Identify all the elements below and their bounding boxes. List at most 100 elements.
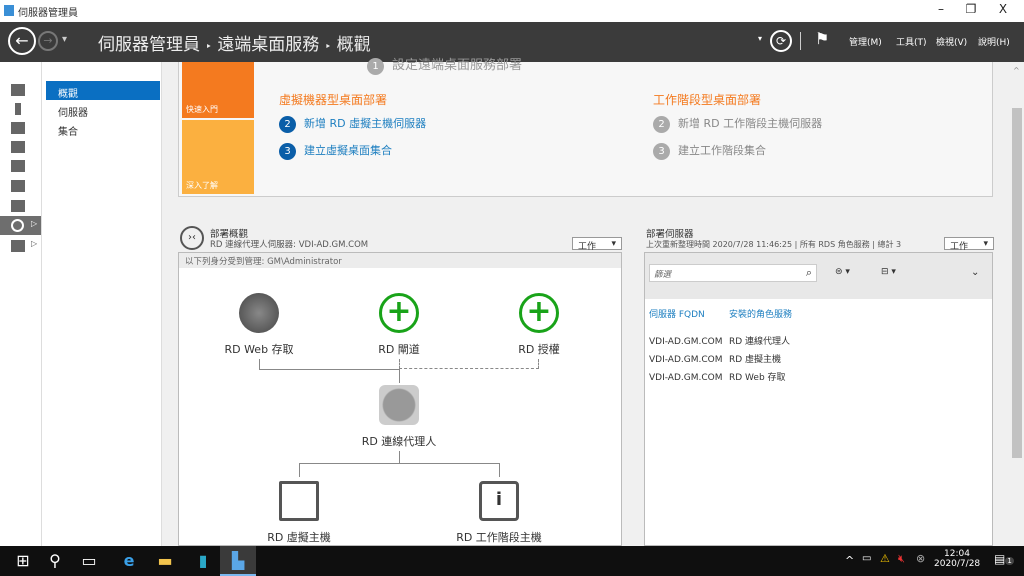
servers-tasks-dropdown[interactable]: 工作 ▾ — [944, 237, 994, 252]
connector — [259, 369, 399, 370]
deployment-servers-panel: 篩選 ⌕ ⊜ ▾ ⊟ ▾ ⌄ 伺服器 FQDN 安裝的角色服務 VDI-AD.G… — [644, 252, 993, 546]
nav-item-collections[interactable]: 集合 — [46, 119, 160, 138]
back-button[interactable]: ← — [8, 27, 36, 55]
vertical-scrollbar[interactable]: ^ — [1010, 62, 1024, 546]
session-deployment-title: 工作階段型桌面部署 — [653, 93, 762, 107]
all-servers-icon[interactable] — [11, 122, 25, 134]
volume-muted-icon[interactable]: 🔇︎ — [898, 552, 905, 566]
breadcrumb-item[interactable]: 遠端桌面服務 — [217, 35, 319, 55]
expand-icon[interactable]: ▷ — [31, 239, 37, 248]
network-warning-icon[interactable]: ⚠ — [880, 552, 890, 565]
connector — [399, 369, 400, 383]
vm-deployment-title: 虛擬機器型桌面部署 — [279, 93, 388, 107]
expand-icon[interactable]: ⌄ — [971, 267, 979, 278]
menu-help[interactable]: 說明(H) — [978, 35, 1010, 48]
step-create-session-collection[interactable]: 3 建立工作階段集合 — [653, 142, 766, 160]
window-title: 伺服器管理員 — [18, 8, 78, 19]
connector — [399, 359, 539, 369]
divider — [800, 32, 801, 50]
tray-error-icon[interactable]: ⊗ — [916, 552, 925, 565]
ad-icon[interactable] — [11, 180, 25, 192]
rds-icon — [11, 219, 24, 232]
column-roles[interactable]: 安裝的角色服務 — [729, 307, 792, 320]
scroll-thumb[interactable] — [1012, 108, 1022, 458]
nav-item-overview[interactable]: 概觀 — [46, 81, 160, 100]
tile-quick-start[interactable]: 快速入門 — [182, 62, 254, 118]
step-add-sh[interactable]: 2 新增 RD 工作階段主機伺服器 — [653, 115, 822, 133]
rds-nav: 概觀 伺服器 集合 — [44, 62, 162, 546]
flag-icon[interactable]: ⚑ — [815, 29, 829, 48]
tile-learn-more[interactable]: 深入了解 — [182, 120, 254, 194]
table-row[interactable]: VDI-AD.GM.COM RD Web 存取 — [649, 369, 790, 387]
forward-button[interactable]: → — [38, 31, 58, 51]
deployment-icon: ›‹ — [180, 226, 204, 250]
wsus-icon[interactable] — [11, 240, 25, 252]
server-manager-taskbar-icon[interactable]: ▙ — [220, 546, 256, 576]
remote-desktop-services-item[interactable]: ▷ — [0, 216, 41, 235]
local-server-icon[interactable] — [15, 103, 21, 115]
taskbar: ⊞ ⚲ ▭ e ▬ ▮ ▙ ^ ▭ ⚠ 🔇︎ ⊗ 12:04 2020/7/28 … — [0, 546, 1024, 576]
globe-icon — [239, 293, 279, 333]
dropdown-icon[interactable]: ▾ — [758, 34, 762, 43]
node-rd-licensing[interactable]: + RD 授權 — [479, 293, 599, 357]
servers-title: 部署伺服器 — [646, 229, 694, 240]
expand-icon[interactable]: ▷ — [31, 219, 37, 228]
step-create-vd-collection[interactable]: 3 建立虛擬桌面集合 — [279, 142, 392, 160]
clock[interactable]: 12:04 2020/7/28 — [934, 549, 980, 569]
connector — [399, 451, 400, 463]
table-row[interactable]: VDI-AD.GM.COM RD 虛擬主機 — [649, 351, 790, 369]
connector — [499, 463, 500, 477]
show-hidden-icons[interactable]: ^ — [845, 554, 854, 567]
scroll-up-icon[interactable]: ^ — [1013, 66, 1020, 75]
managed-by: 以下列身分受到管理: GM\Administrator — [179, 253, 621, 268]
notifications-icon[interactable]: ▤ 1 — [994, 552, 1014, 566]
connector — [299, 463, 300, 477]
monitor-icon — [279, 481, 319, 521]
menu-tools[interactable]: 工具(T) — [896, 35, 927, 48]
overview-subtitle: RD 連線代理人伺服器: VDI-AD.GM.COM — [210, 240, 369, 250]
menu-view[interactable]: 檢視(V) — [936, 35, 967, 48]
save-query-button[interactable]: ⊟ ▾ — [881, 267, 896, 277]
breadcrumb-item: 概觀 — [336, 35, 371, 55]
node-rd-session-host[interactable]: i RD 工作階段主機 — [439, 481, 559, 545]
history-dropdown-icon[interactable]: ▾ — [62, 34, 67, 45]
step-configure[interactable]: 1 設定遠端桌面服務部署 — [367, 54, 522, 75]
nav-item-servers[interactable]: 伺服器 — [46, 100, 160, 119]
node-rd-gateway[interactable]: + RD 閘道 — [339, 293, 459, 357]
broker-icon — [379, 385, 419, 425]
column-fqdn[interactable]: 伺服器 FQDN — [649, 307, 705, 320]
add-icon: + — [379, 293, 419, 333]
filter-bar: 篩選 ⌕ ⊜ ▾ ⊟ ▾ ⌄ — [645, 253, 992, 299]
refresh-icon[interactable]: ⟳ — [770, 30, 792, 52]
content-area: 1 設定遠端桌面服務部署 快速入門 深入了解 虛擬機器型桌面部署 2 新增 RD 虛… — [162, 58, 1010, 546]
server-list: VDI-AD.GM.COM RD 連線代理人 VDI-AD.GM.COM RD 虛擬… — [649, 333, 790, 387]
title-bar: 伺服器管理員 – ❐ X — [0, 0, 1024, 22]
breadcrumb-separator: ‣ — [205, 40, 212, 53]
iis-icon[interactable] — [11, 160, 25, 172]
hyperv-icon[interactable] — [11, 200, 25, 212]
app-icon — [4, 5, 14, 16]
info-icon: i — [479, 481, 519, 521]
breadcrumb-item[interactable]: 伺服器管理員 — [98, 35, 200, 55]
add-icon: + — [519, 293, 559, 333]
filter-input[interactable]: 篩選 ⌕ — [649, 264, 817, 282]
step-add-vh[interactable]: 2 新增 RD 虛擬主機伺服器 — [279, 115, 426, 133]
breadcrumb-separator: ‣ — [324, 40, 332, 53]
connector — [259, 359, 260, 369]
file-storage-icon[interactable] — [11, 141, 25, 153]
connector — [299, 463, 499, 464]
servers-subtitle: 上次重新整理時間 2020/7/28 11:46:25 | 所有 RDS 角色服… — [646, 240, 902, 249]
query-options-button[interactable]: ⊜ ▾ — [835, 267, 850, 277]
node-rd-web[interactable]: RD Web 存取 — [199, 293, 319, 357]
node-rd-broker[interactable]: RD 連線代理人 — [339, 385, 459, 449]
close-button[interactable]: X — [988, 2, 1018, 20]
dashboard-icon[interactable] — [11, 84, 25, 96]
node-rd-virtualization-host[interactable]: RD 虛擬主機 — [239, 481, 359, 545]
overview-tasks-dropdown[interactable]: 工作 ▾ — [572, 237, 622, 252]
maximize-button[interactable]: ❐ — [956, 2, 986, 20]
menu-manage[interactable]: 管理(M) — [849, 35, 882, 48]
search-icon[interactable]: ⌕ — [806, 266, 812, 280]
minimize-button[interactable]: – — [926, 2, 956, 20]
table-row[interactable]: VDI-AD.GM.COM RD 連線代理人 — [649, 333, 790, 351]
tray-network-adapter-icon[interactable]: ▭ — [862, 553, 871, 564]
